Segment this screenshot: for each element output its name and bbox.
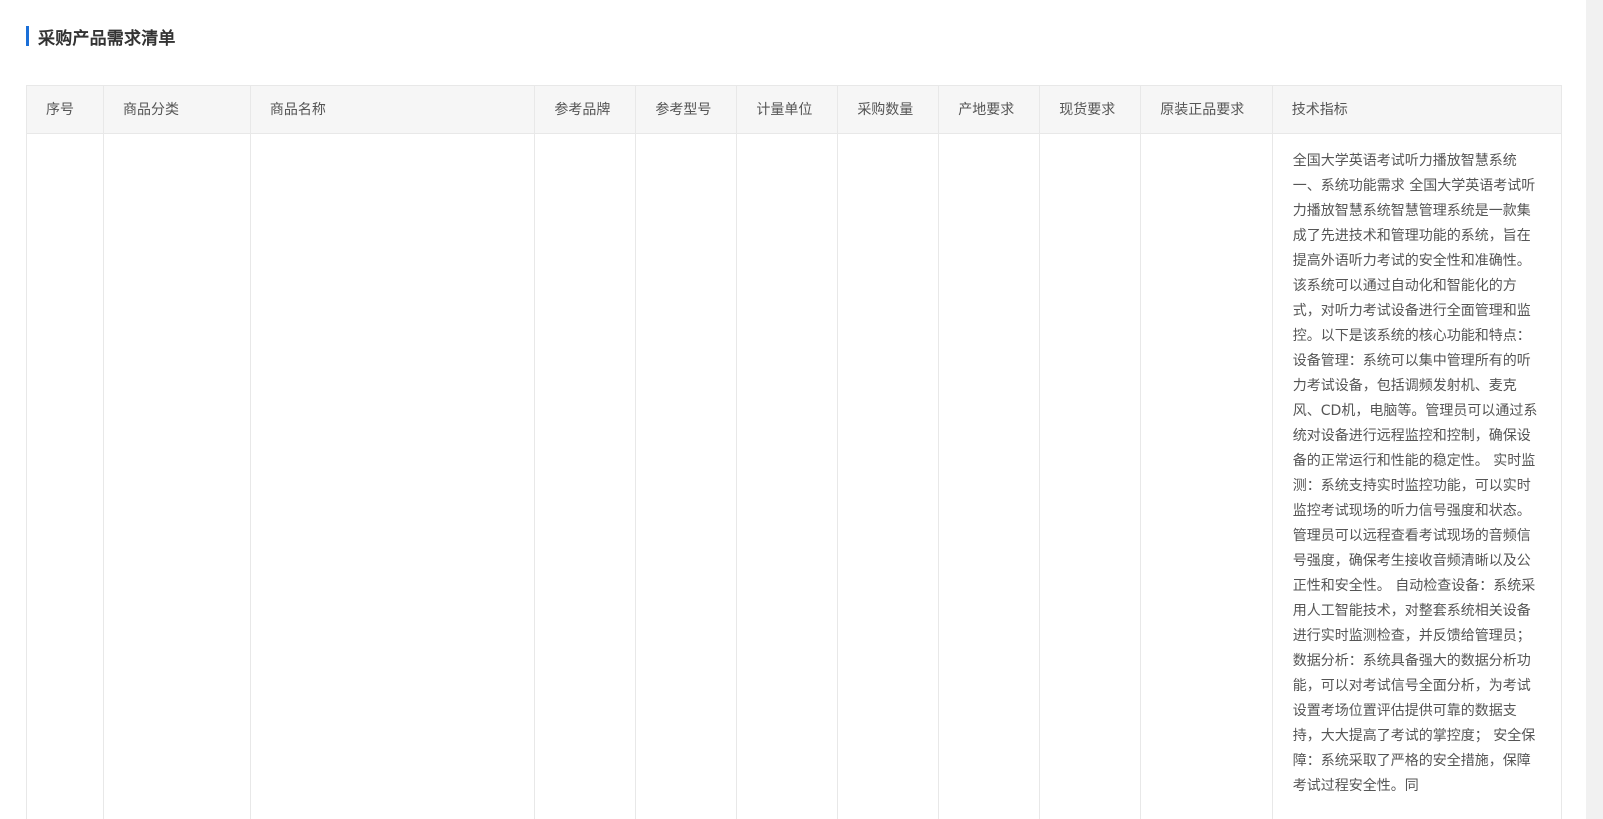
title-accent-bar bbox=[26, 26, 29, 46]
cell-genuine bbox=[1140, 133, 1273, 819]
cell-category bbox=[103, 133, 251, 819]
section-title: 采购产品需求清单 bbox=[38, 28, 176, 49]
scrollbar-thumb[interactable] bbox=[1588, 0, 1601, 819]
header-stock: 现货要求 bbox=[1039, 86, 1142, 134]
header-unit: 计量单位 bbox=[736, 86, 839, 134]
table-header-row: 序号 商品分类 商品名称 参考品牌 参考型号 计量单位 采购数量 产地要求 现货… bbox=[27, 86, 1561, 134]
cell-quantity bbox=[837, 133, 940, 819]
header-category: 商品分类 bbox=[103, 86, 251, 134]
cell-product-name bbox=[250, 133, 536, 819]
cell-brand bbox=[534, 133, 637, 819]
header-model: 参考型号 bbox=[635, 86, 738, 134]
header-product-name: 商品名称 bbox=[250, 86, 536, 134]
header-quantity: 采购数量 bbox=[837, 86, 940, 134]
section-header: 采购产品需求清单 bbox=[26, 26, 176, 49]
header-genuine: 原装正品要求 bbox=[1140, 86, 1273, 134]
cell-model bbox=[635, 133, 738, 819]
cell-index bbox=[27, 133, 104, 819]
cell-origin bbox=[938, 133, 1041, 819]
page: 采购产品需求清单 序号 商品分类 商品名称 参考品牌 参考型号 计量单位 采购数… bbox=[0, 0, 1603, 819]
requirements-table: 序号 商品分类 商品名称 参考品牌 参考型号 计量单位 采购数量 产地要求 现货… bbox=[27, 86, 1561, 819]
cell-stock bbox=[1039, 133, 1142, 819]
cell-tech-spec: 全国大学英语考试听力播放智慧系统 一、系统功能需求 全国大学英语考试听力播放智慧… bbox=[1272, 133, 1561, 819]
cell-unit bbox=[736, 133, 839, 819]
vertical-scrollbar[interactable] bbox=[1586, 0, 1603, 819]
header-index: 序号 bbox=[27, 86, 104, 134]
table-row: 全国大学英语考试听力播放智慧系统 一、系统功能需求 全国大学英语考试听力播放智慧… bbox=[27, 133, 1561, 819]
header-tech-spec: 技术指标 bbox=[1272, 86, 1561, 134]
requirements-table-container: 序号 商品分类 商品名称 参考品牌 参考型号 计量单位 采购数量 产地要求 现货… bbox=[26, 85, 1562, 819]
tech-spec-text: 全国大学英语考试听力播放智慧系统 一、系统功能需求 全国大学英语考试听力播放智慧… bbox=[1292, 152, 1538, 794]
header-origin: 产地要求 bbox=[938, 86, 1041, 134]
header-brand: 参考品牌 bbox=[534, 86, 637, 134]
